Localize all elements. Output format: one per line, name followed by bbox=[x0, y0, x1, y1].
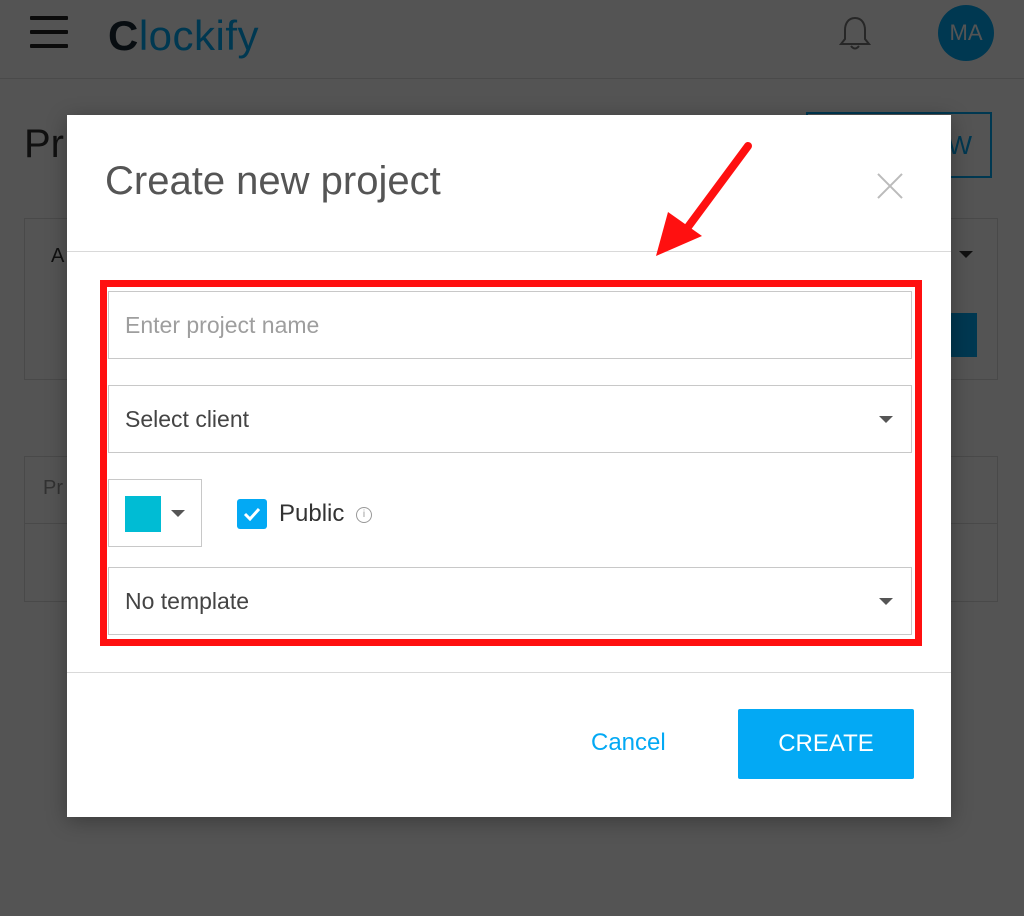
annotation-highlight-box bbox=[100, 280, 922, 646]
close-icon[interactable] bbox=[873, 169, 907, 203]
modal-title: Create new project bbox=[105, 159, 441, 203]
create-button[interactable]: CREATE bbox=[738, 709, 914, 779]
divider bbox=[67, 251, 951, 252]
divider bbox=[67, 672, 951, 673]
cancel-button[interactable]: Cancel bbox=[591, 729, 666, 757]
